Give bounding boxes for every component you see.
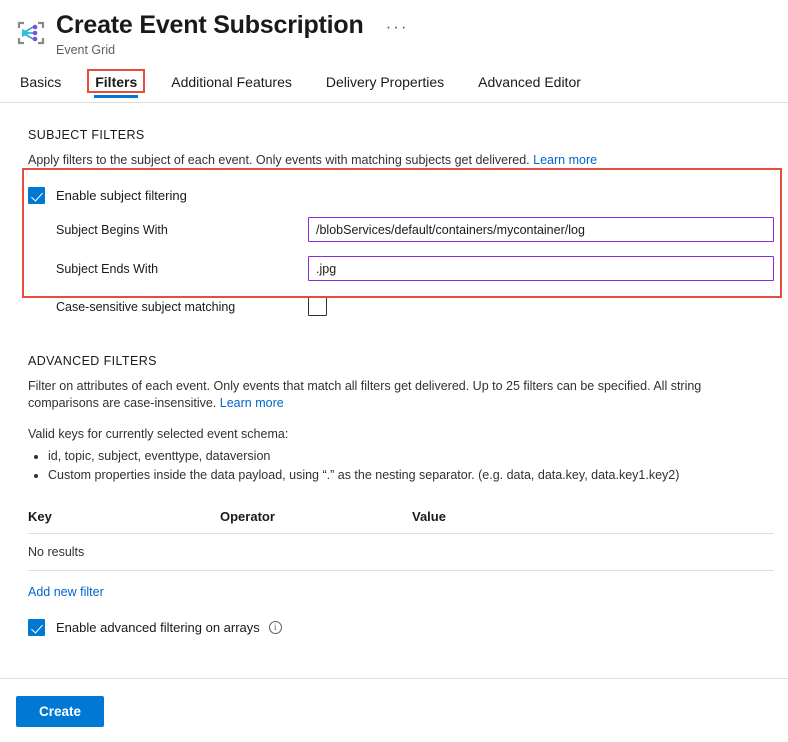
subject-ends-with-label: Subject Ends With [56,262,308,276]
subject-filter-fields: Subject Begins With Subject Ends With Ca… [28,214,774,322]
advanced-filters-description: Filter on attributes of each event. Only… [28,378,774,412]
subject-filters-heading: SUBJECT FILTERS [28,128,774,142]
enable-arrays-filtering-row[interactable]: Enable advanced filtering on arrays i [28,619,774,636]
add-new-filter-link[interactable]: Add new filter [28,585,104,599]
advanced-filters-table: Key Operator Value No results [28,503,774,571]
table-empty-message: No results [28,534,774,571]
advanced-filters-heading: ADVANCED FILTERS [28,354,774,368]
create-event-subscription-page: Create Event Subscription ··· Event Grid… [0,0,788,742]
valid-keys-intro: Valid keys for currently selected event … [28,426,774,443]
page-footer: Create [0,678,788,742]
valid-keys-list: id, topic, subject, eventtype, dataversi… [28,447,774,485]
tab-basics[interactable]: Basics [16,72,65,98]
create-button[interactable]: Create [16,696,104,727]
tab-filters[interactable]: Filters [91,72,141,98]
subject-filters-description-text: Apply filters to the subject of each eve… [28,153,530,167]
tab-delivery-properties-label: Delivery Properties [326,74,444,90]
tab-additional-features[interactable]: Additional Features [167,72,296,98]
valid-keys-item: id, topic, subject, eventtype, dataversi… [48,447,774,466]
column-header-operator: Operator [220,503,412,534]
column-header-value: Value [412,503,774,534]
advanced-filters-learn-more-link[interactable]: Learn more [220,396,284,410]
enable-subject-filtering-checkbox[interactable] [28,187,45,204]
enable-arrays-filtering-checkbox[interactable] [28,619,45,636]
tab-bar: Basics Filters Additional Features Deliv… [0,72,788,103]
enable-subject-filtering-row[interactable]: Enable subject filtering [28,187,774,204]
info-icon[interactable]: i [269,621,282,634]
more-options-button[interactable]: ··· [386,16,409,34]
valid-keys-item: Custom properties inside the data payloa… [48,466,774,485]
subject-filters-learn-more-link[interactable]: Learn more [533,153,597,167]
subject-begins-with-input[interactable] [308,217,774,242]
page-header: Create Event Subscription ··· Event Grid [0,0,788,58]
page-title: Create Event Subscription [56,10,364,40]
case-sensitive-row: Case-sensitive subject matching [56,291,774,322]
subject-filters-description: Apply filters to the subject of each eve… [28,152,774,169]
enable-subject-filtering-label: Enable subject filtering [56,188,187,203]
column-header-key: Key [28,503,220,534]
tab-additional-features-label: Additional Features [171,74,292,90]
page-subtitle: Event Grid [56,42,409,58]
tab-active-underline [94,95,138,98]
tab-advanced-editor-label: Advanced Editor [478,74,581,90]
tab-bar-divider [0,102,788,103]
tab-basics-label: Basics [20,74,61,90]
table-header-row: Key Operator Value [28,503,774,534]
subject-ends-with-row: Subject Ends With [56,253,774,284]
tab-filters-label: Filters [95,74,137,90]
enable-arrays-filtering-label: Enable advanced filtering on arrays [56,620,260,635]
tab-delivery-properties[interactable]: Delivery Properties [322,72,448,98]
main-content: SUBJECT FILTERS Apply filters to the sub… [0,128,788,636]
advanced-filters-description-text: Filter on attributes of each event. Only… [28,379,701,410]
tab-advanced-editor[interactable]: Advanced Editor [474,72,585,98]
subject-begins-with-row: Subject Begins With [56,214,774,245]
event-grid-icon [14,16,48,50]
table-row: No results [28,534,774,571]
case-sensitive-checkbox[interactable] [308,297,327,316]
case-sensitive-label: Case-sensitive subject matching [56,300,308,314]
subject-begins-with-label: Subject Begins With [56,223,308,237]
subject-ends-with-input[interactable] [308,256,774,281]
